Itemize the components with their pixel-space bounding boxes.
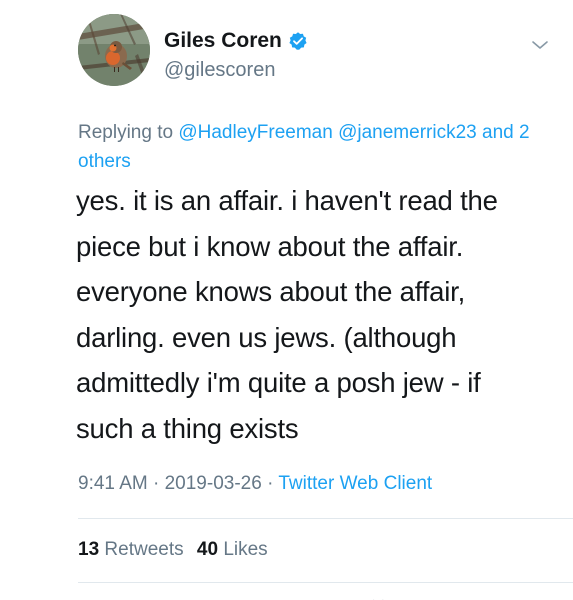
reply-icon[interactable] <box>120 592 150 600</box>
tweet-client-link[interactable]: Twitter Web Client <box>278 473 432 494</box>
tweet-time[interactable]: 9:41 AM <box>78 473 148 494</box>
verified-badge-icon <box>288 31 308 51</box>
tweet-detail: Giles Coren @gilescoren Replying to @Had… <box>0 0 573 600</box>
author-display-name[interactable]: Giles Coren <box>164 28 282 54</box>
display-name-row: Giles Coren <box>164 28 308 54</box>
retweets-label: Retweets <box>104 539 184 560</box>
likes-stat[interactable]: 40 Likes <box>197 539 268 560</box>
meta-separator: · <box>267 473 274 494</box>
tweet-date[interactable]: 2019-03-26 <box>165 473 262 494</box>
author-block[interactable]: Giles Coren @gilescoren <box>164 28 308 82</box>
likes-count: 40 <box>196 539 219 560</box>
mention-link[interactable]: @janemerrick23 <box>338 122 477 143</box>
tweet-text: yes. it is an affair. i haven't read the… <box>76 185 498 444</box>
likes-label: Likes <box>223 539 268 560</box>
tweet-metadata: 9:41 AM · 2019-03-26 · Twitter Web Clien… <box>78 470 432 498</box>
tweet-stats: 13 Retweets 40 Likes <box>78 536 268 564</box>
chevron-down-icon[interactable] <box>530 38 550 52</box>
retweets-stat[interactable]: 13 Retweets <box>78 539 184 560</box>
meta-separator: · <box>153 473 160 494</box>
avatar-robin-image <box>78 14 150 86</box>
replying-to: Replying to @HadleyFreeman @janemerrick2… <box>78 118 548 176</box>
mention-link[interactable]: @HadleyFreeman <box>178 122 332 143</box>
divider <box>78 582 573 583</box>
avatar[interactable] <box>78 14 150 86</box>
like-icon[interactable] <box>366 592 392 600</box>
author-handle[interactable]: @gilescoren <box>164 58 308 82</box>
retweets-count: 13 <box>78 539 100 560</box>
divider <box>78 518 573 519</box>
replying-to-label: Replying to <box>78 122 174 143</box>
tweet-header: Giles Coren @gilescoren <box>78 10 558 90</box>
